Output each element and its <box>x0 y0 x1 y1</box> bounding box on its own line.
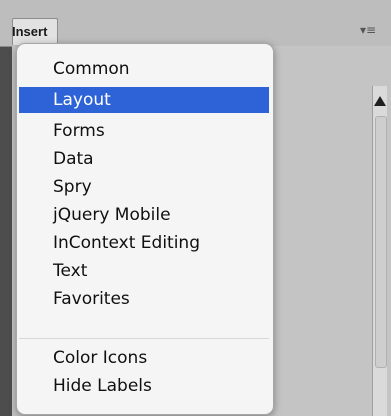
menu-item-jquery-mobile[interactable]: jQuery Mobile <box>19 202 269 228</box>
scroll-up-icon[interactable] <box>374 96 386 106</box>
vertical-scrollbar[interactable] <box>372 86 387 416</box>
menu-item-text[interactable]: Text <box>19 258 269 284</box>
tab-insert-label: Insert <box>12 24 48 39</box>
menu-item-data[interactable]: Data <box>19 146 269 172</box>
category-dropdown-menu: Common Layout Forms Data Spry jQuery Mob… <box>16 43 274 415</box>
menu-separator <box>19 338 269 339</box>
menu-item-common[interactable]: Common <box>19 56 269 82</box>
panel-header: Insert ▾≡ <box>0 0 391 47</box>
panel-menu-icon[interactable]: ▾≡ <box>359 22 377 38</box>
menu-item-forms[interactable]: Forms <box>19 118 269 144</box>
menu-item-incontext-editing[interactable]: InContext Editing <box>19 230 269 256</box>
menu-item-spry[interactable]: Spry <box>19 174 269 200</box>
menu-option-hide-labels[interactable]: Hide Labels <box>19 373 269 399</box>
menu-item-layout[interactable]: Layout <box>19 87 269 113</box>
menu-option-color-icons[interactable]: Color Icons <box>19 345 269 371</box>
menu-item-favorites[interactable]: Favorites <box>19 286 269 312</box>
scroll-thumb[interactable] <box>375 116 387 368</box>
